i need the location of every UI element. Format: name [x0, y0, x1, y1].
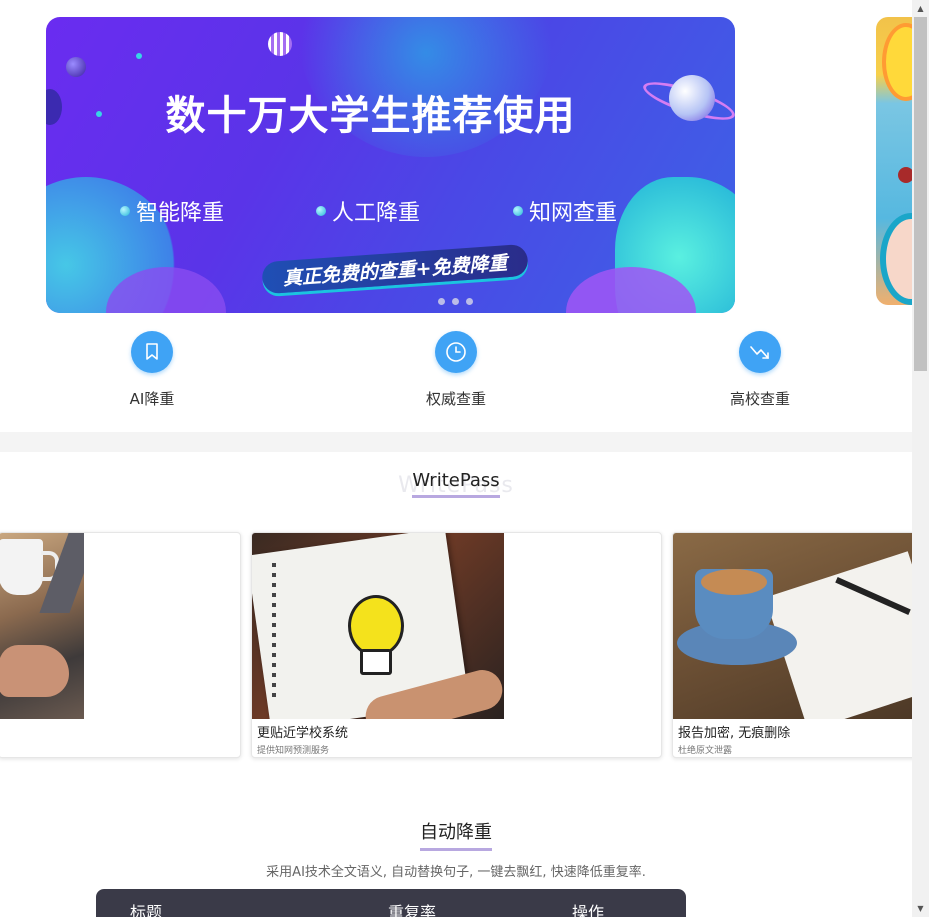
- quick-nav: AI降重 权威查重 高校查重: [0, 331, 912, 411]
- carousel-dot[interactable]: [452, 298, 459, 305]
- carousel-indicators: [438, 298, 473, 305]
- banner-decoration: [268, 32, 292, 56]
- section-heading-writepass: WritePass WritePass: [0, 470, 912, 498]
- scroll-down-arrow-icon[interactable]: ▼: [912, 900, 929, 917]
- section-divider: [0, 432, 912, 452]
- section-subtitle: 采用AI技术全文语义, 自动替换句子, 一键去飘红, 快速降低重复率.: [266, 865, 646, 880]
- banner-feature: 知网查重: [513, 195, 617, 227]
- quick-nav-label: 权威查重: [425, 390, 486, 408]
- card-image: [673, 533, 912, 719]
- clock-icon: [435, 331, 477, 373]
- quick-nav-ai-rewrite[interactable]: AI降重: [92, 331, 212, 409]
- trend-down-icon: [739, 331, 781, 373]
- quick-nav-label: 高校查重: [729, 390, 790, 408]
- card-image: [252, 533, 504, 719]
- banner-pill: 真正免费的查重+免费降重: [261, 243, 529, 295]
- carousel-dot[interactable]: [438, 298, 445, 305]
- bookmark-icon: [131, 331, 173, 373]
- banner-carousel[interactable]: 数十万大学生推荐使用 智能降重 人工降重 知网查重 真正免费的查重+免费降重: [46, 17, 735, 313]
- banner-decoration: [880, 213, 912, 305]
- card-subtitle: 杜绝原文泄露: [678, 746, 733, 756]
- quick-nav-label: AI降重: [129, 390, 175, 408]
- feature-card[interactable]: 更贴近学校系统 提供知网预测服务: [251, 532, 662, 758]
- vertical-scrollbar[interactable]: ▲ ▼: [912, 0, 929, 917]
- feature-card[interactable]: [0, 532, 241, 758]
- carousel-dot[interactable]: [466, 298, 473, 305]
- banner-decoration: [136, 53, 142, 59]
- banner-feature: 人工降重: [316, 195, 420, 227]
- column-header-repeat-rate: 重复率: [388, 903, 437, 917]
- scrollbar-thumb[interactable]: [914, 17, 927, 371]
- card-title: 报告加密, 无痕删除: [678, 726, 791, 741]
- section-title: WritePass: [412, 470, 500, 498]
- banner-decoration: [898, 167, 912, 183]
- banner-decoration: [882, 23, 912, 101]
- table-header: 标题 重复率 操作: [96, 889, 686, 917]
- scroll-up-arrow-icon[interactable]: ▲: [912, 0, 929, 17]
- quick-nav-university-check[interactable]: 高校查重: [700, 331, 820, 409]
- column-header-title: 标题: [130, 903, 163, 917]
- feature-card[interactable]: 报告加密, 无痕删除 杜绝原文泄露: [672, 532, 912, 758]
- page: 数十万大学生推荐使用 智能降重 人工降重 知网查重 真正免费的查重+免费降重 A…: [0, 0, 912, 917]
- banner-feature: 智能降重: [120, 195, 224, 227]
- banner-decoration: [66, 57, 86, 77]
- column-header-actions: 操作: [572, 903, 605, 917]
- card-image: [0, 533, 84, 719]
- section-title: 自动降重: [420, 818, 492, 851]
- card-subtitle: 提供知网预测服务: [257, 746, 330, 756]
- quick-nav-authority-check[interactable]: 权威查重: [396, 331, 516, 409]
- section-heading-auto-rewrite: 自动降重: [0, 818, 912, 851]
- banner-title: 数十万大学生推荐使用: [165, 93, 576, 139]
- banner-next-slide[interactable]: [876, 17, 912, 305]
- card-title: 更贴近学校系统: [257, 726, 349, 741]
